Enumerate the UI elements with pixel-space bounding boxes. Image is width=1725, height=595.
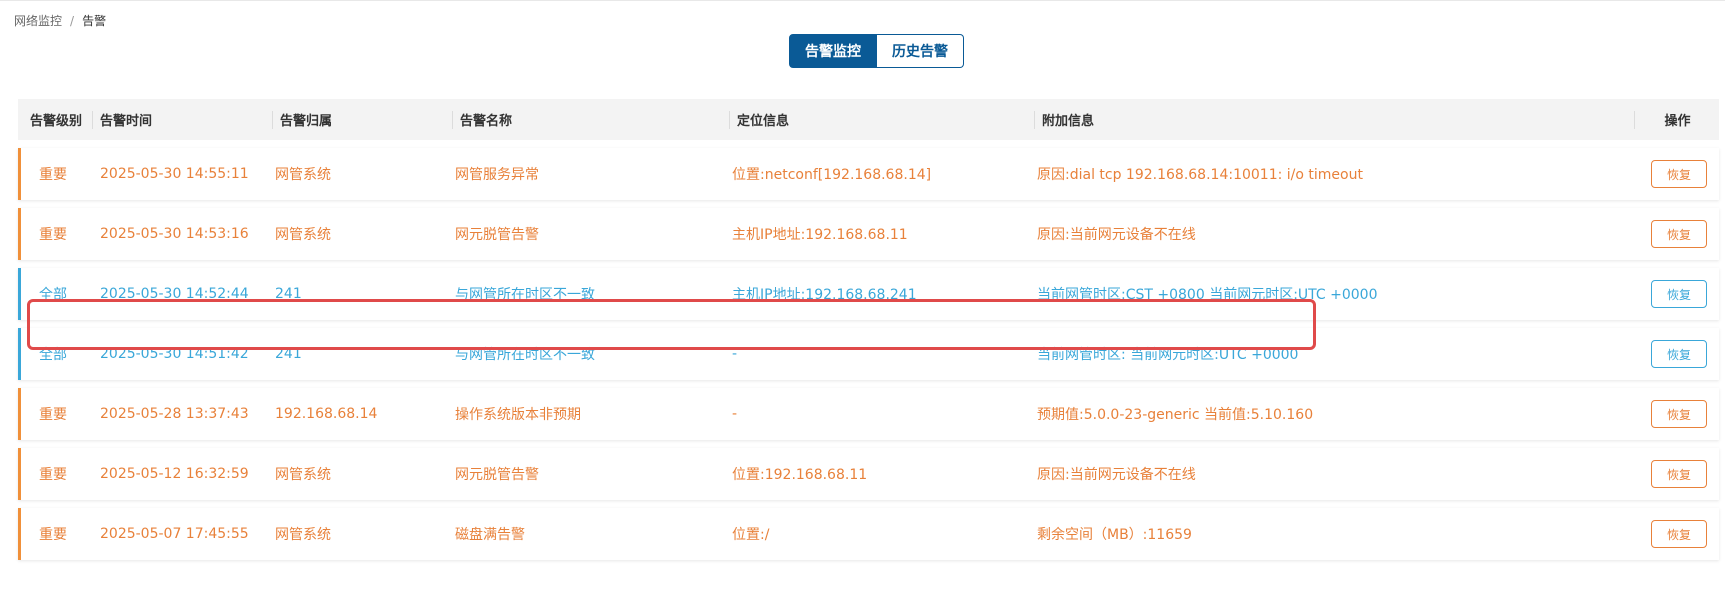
cell-extra: 原因:当前网元设备不在线	[1037, 227, 1196, 243]
header-divider	[272, 111, 273, 129]
restore-button[interactable]: 恢复	[1651, 400, 1707, 428]
restore-button[interactable]: 恢复	[1651, 460, 1707, 488]
cell-location: 位置:netconf[192.168.68.14]	[732, 167, 932, 183]
breadcrumb: 网络监控 / 告警	[14, 12, 106, 29]
cell-time: 2025-05-30 14:52:44	[100, 286, 249, 302]
breadcrumb-parent[interactable]: 网络监控	[14, 12, 62, 29]
restore-button[interactable]: 恢复	[1651, 160, 1707, 188]
tab-alarm-monitor[interactable]: 告警监控	[789, 34, 877, 68]
cell-name: 与网管所在时区不一致	[455, 347, 595, 363]
table-row: 全部 2025-05-30 14:51:42 241 与网管所在时区不一致 - …	[18, 328, 1719, 380]
cell-operation: 恢复	[1637, 460, 1719, 488]
cell-location: 主机IP地址:192.168.68.241	[732, 287, 917, 303]
tab-switch: 告警监控 历史告警	[789, 34, 964, 68]
cell-location: 位置:192.168.68.11	[732, 467, 868, 483]
cell-name: 网管服务异常	[455, 167, 539, 183]
header-divider	[452, 111, 453, 129]
cell-operation: 恢复	[1637, 160, 1719, 188]
cell-location: -	[732, 406, 738, 422]
table-row: 重要 2025-05-07 17:45:55 网管系统 磁盘满告警 位置:/ 剩…	[18, 508, 1719, 560]
breadcrumb-current: 告警	[82, 14, 107, 28]
header-time-label: 告警时间	[100, 114, 153, 129]
header-extra-label: 附加信息	[1042, 114, 1095, 129]
breadcrumb-separator: /	[70, 13, 75, 28]
cell-extra: 当前网管时区: 当前网元时区:UTC +0000	[1037, 347, 1299, 363]
table-header: 告警级别 告警时间 告警归属 告警名称 定位信息 附加信息 操作	[18, 99, 1719, 140]
restore-button[interactable]: 恢复	[1651, 220, 1707, 248]
cell-level: 重要	[39, 167, 67, 183]
top-divider	[0, 0, 1725, 1]
cell-time: 2025-05-07 17:45:55	[100, 526, 249, 542]
cell-time: 2025-05-30 14:51:42	[100, 346, 249, 362]
header-owner: 告警归属	[272, 99, 452, 140]
cell-extra: 剩余空间（MB）:11659	[1037, 527, 1192, 543]
table-row: 重要 2025-05-28 13:37:43 192.168.68.14 操作系…	[18, 388, 1719, 440]
cell-operation: 恢复	[1637, 520, 1719, 548]
header-location: 定位信息	[729, 99, 1034, 140]
alarm-table: 告警级别 告警时间 告警归属 告警名称 定位信息 附加信息 操作 重要 2025…	[18, 99, 1719, 560]
header-location-label: 定位信息	[737, 114, 790, 129]
table-row: 重要 2025-05-30 14:55:11 网管系统 网管服务异常 位置:ne…	[18, 148, 1719, 200]
cell-level: 重要	[39, 467, 67, 483]
cell-name: 网元脱管告警	[455, 227, 539, 243]
header-name: 告警名称	[452, 99, 729, 140]
cell-owner: 网管系统	[275, 467, 331, 483]
cell-name: 与网管所在时区不一致	[455, 287, 595, 303]
table-row: 重要 2025-05-30 14:53:16 网管系统 网元脱管告警 主机IP地…	[18, 208, 1719, 260]
cell-owner: 241	[275, 346, 302, 362]
cell-level: 全部	[39, 287, 67, 303]
cell-operation: 恢复	[1637, 340, 1719, 368]
table-row: 重要 2025-05-12 16:32:59 网管系统 网元脱管告警 位置:19…	[18, 448, 1719, 500]
header-operation-label: 操作	[1664, 114, 1691, 129]
cell-extra: 当前网管时区:CST +0800 当前网元时区:UTC +0000	[1037, 287, 1378, 303]
cell-location: -	[732, 346, 738, 362]
header-level-label: 告警级别	[30, 114, 83, 129]
cell-level: 重要	[39, 527, 67, 543]
header-time: 告警时间	[92, 99, 272, 140]
cell-owner: 241	[275, 286, 302, 302]
cell-extra: 预期值:5.0.0-23-generic 当前值:5.10.160	[1037, 407, 1314, 423]
header-divider	[92, 111, 93, 129]
cell-owner: 网管系统	[275, 227, 331, 243]
cell-time: 2025-05-30 14:53:16	[100, 226, 249, 242]
restore-button[interactable]: 恢复	[1651, 340, 1707, 368]
cell-operation: 恢复	[1637, 400, 1719, 428]
cell-extra: 原因:dial tcp 192.168.68.14:10011: i/o tim…	[1037, 167, 1363, 183]
cell-location: 位置:/	[732, 527, 770, 543]
cell-time: 2025-05-12 16:32:59	[100, 466, 249, 482]
cell-name: 网元脱管告警	[455, 467, 539, 483]
header-name-label: 告警名称	[460, 114, 513, 129]
cell-time: 2025-05-30 14:55:11	[100, 166, 249, 182]
cell-operation: 恢复	[1637, 220, 1719, 248]
cell-extra: 原因:当前网元设备不在线	[1037, 467, 1196, 483]
header-divider	[729, 111, 730, 129]
cell-operation: 恢复	[1637, 280, 1719, 308]
cell-owner: 网管系统	[275, 527, 331, 543]
header-divider	[1634, 111, 1635, 129]
cell-level: 重要	[39, 227, 67, 243]
cell-location: 主机IP地址:192.168.68.11	[732, 227, 908, 243]
table-row: 全部 2025-05-30 14:52:44 241 与网管所在时区不一致 主机…	[18, 268, 1719, 320]
cell-name: 磁盘满告警	[455, 527, 525, 543]
tab-history-alarm[interactable]: 历史告警	[877, 34, 964, 68]
header-owner-label: 告警归属	[280, 114, 333, 129]
header-divider	[1034, 111, 1035, 129]
restore-button[interactable]: 恢复	[1651, 520, 1707, 548]
header-operation: 操作	[1634, 99, 1719, 140]
header-extra: 附加信息	[1034, 99, 1634, 140]
cell-owner: 192.168.68.14	[275, 406, 378, 422]
header-level: 告警级别	[18, 99, 92, 140]
cell-time: 2025-05-28 13:37:43	[100, 406, 249, 422]
cell-name: 操作系统版本非预期	[455, 407, 581, 423]
cell-level: 全部	[39, 347, 67, 363]
cell-owner: 网管系统	[275, 167, 331, 183]
restore-button[interactable]: 恢复	[1651, 280, 1707, 308]
cell-level: 重要	[39, 407, 67, 423]
